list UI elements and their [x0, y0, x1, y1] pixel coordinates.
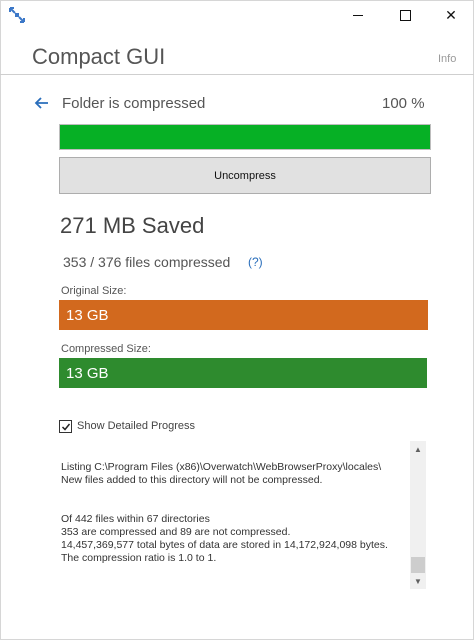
status-percent: 100 %: [382, 95, 425, 112]
info-link[interactable]: Info: [438, 53, 456, 65]
log-scrollbar[interactable]: ▲ ▼: [410, 441, 426, 589]
compressed-size-value: 13 GB: [66, 364, 109, 382]
app-title: Compact GUI: [32, 44, 166, 69]
compressed-size-label: Compressed Size:: [61, 343, 151, 355]
maximize-button[interactable]: [382, 0, 428, 30]
progress-fill: [60, 125, 430, 149]
log-line: 353 are compressed and 89 are not compre…: [61, 526, 291, 538]
original-size-label: Original Size:: [61, 285, 127, 297]
detailed-progress-log[interactable]: Listing C:\Program Files (x86)\Overwatch…: [55, 440, 427, 590]
minimize-button[interactable]: [335, 0, 381, 30]
log-line: The compression ratio is 1.0 to 1.: [61, 552, 217, 564]
show-detailed-progress-checkbox[interactable]: [59, 420, 72, 433]
header-divider: [0, 74, 474, 75]
help-link[interactable]: (?): [248, 255, 263, 269]
close-button[interactable]: ✕: [428, 0, 474, 30]
minimize-icon: [353, 14, 363, 16]
close-icon: ✕: [445, 6, 457, 23]
show-detailed-progress-label[interactable]: Show Detailed Progress: [77, 420, 195, 432]
checkmark-icon: [61, 423, 70, 431]
status-text: Folder is compressed: [62, 95, 206, 112]
log-line: Listing C:\Program Files (x86)\Overwatch…: [61, 461, 382, 473]
maximize-icon: [399, 9, 411, 21]
space-saved-title: 271 MB Saved: [60, 213, 205, 238]
uncompress-button[interactable]: Uncompress: [59, 157, 431, 194]
back-arrow-icon[interactable]: [34, 95, 50, 111]
original-size-bar: 13 GB: [59, 300, 428, 330]
progress-bar: [59, 124, 431, 150]
title-bar[interactable]: ✕: [0, 0, 474, 30]
log-line: 14,457,369,577 total bytes of data are s…: [61, 539, 388, 551]
log-line: New files added to this directory will n…: [61, 474, 323, 486]
files-compressed-count: 353 / 376 files compressed: [63, 254, 231, 270]
compressed-size-bar: 13 GB: [59, 358, 427, 388]
scroll-thumb[interactable]: [411, 557, 425, 573]
log-line: Of 442 files within 67 directories: [61, 513, 210, 525]
scroll-down-arrow-icon[interactable]: ▼: [410, 573, 426, 589]
compact-arrows-icon: [9, 7, 25, 23]
scroll-up-arrow-icon[interactable]: ▲: [410, 441, 426, 457]
original-size-value: 13 GB: [66, 306, 109, 324]
